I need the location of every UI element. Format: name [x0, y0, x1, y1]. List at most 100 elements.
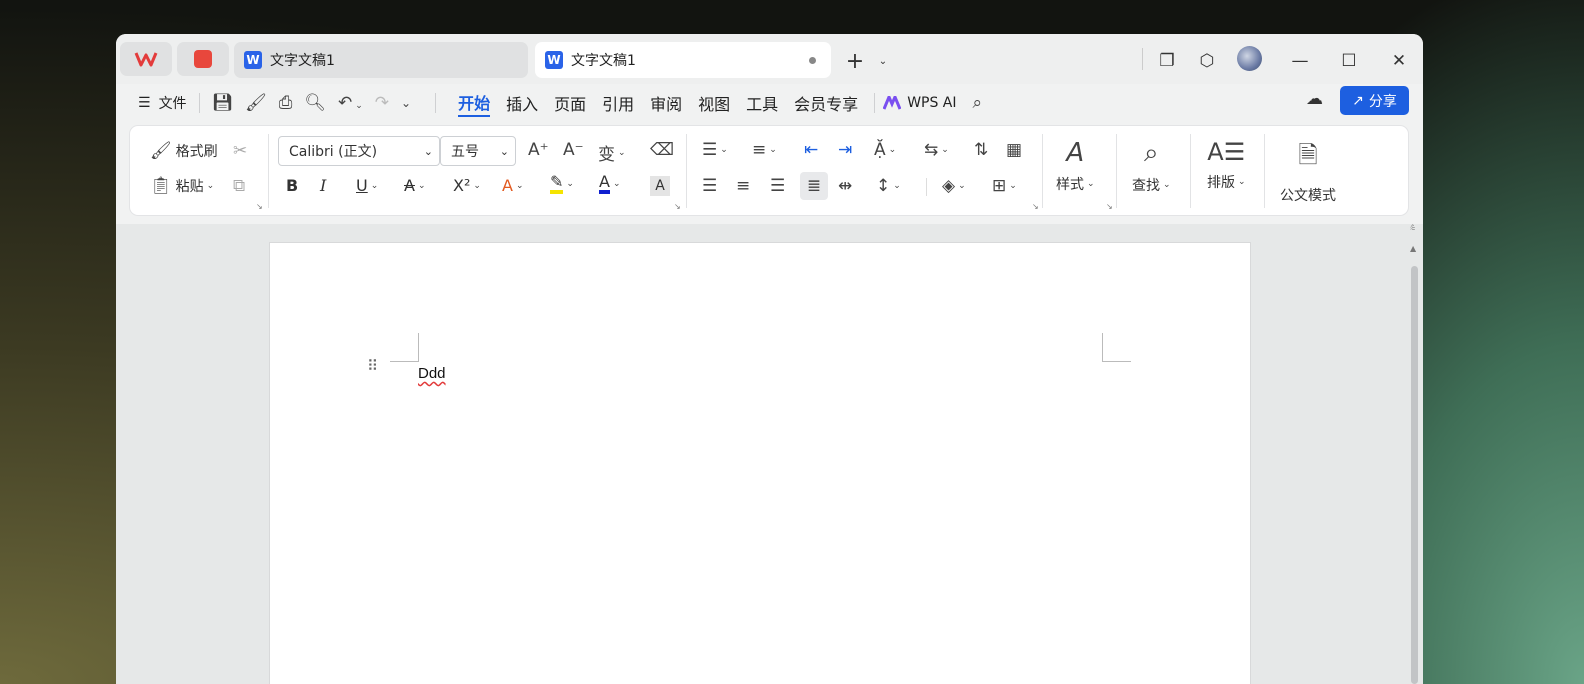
drag-handle-icon[interactable]: ⠿: [367, 359, 379, 374]
phonetic-guide-icon: 变: [598, 145, 615, 165]
font-size-select[interactable]: 五号 ⌄: [440, 136, 516, 166]
superscript-button[interactable]: X² ⌄: [453, 176, 481, 195]
align-center-icon: ≡: [736, 176, 751, 196]
phonetic-guide-button[interactable]: 变 ⌄: [598, 140, 626, 165]
tab-home[interactable]: 开始: [458, 90, 491, 117]
save-icon[interactable]: 💾︎: [212, 93, 234, 113]
show-marks-button[interactable]: ▦: [1006, 140, 1022, 160]
tab-list-button[interactable]: ⌄: [870, 48, 896, 74]
minimize-icon: —: [1291, 51, 1309, 71]
copy-button[interactable]: ⧉: [233, 176, 245, 196]
font-name-select[interactable]: Calibri (正文) ⌄: [278, 136, 440, 166]
window-manager-button[interactable]: ❐: [1154, 48, 1180, 74]
grow-font-button[interactable]: A⁺: [528, 140, 549, 160]
tab-document-2[interactable]: W 文字文稿1: [535, 42, 831, 78]
official-mode-button[interactable]: 🗎︎ 公文模式: [1280, 138, 1336, 205]
wps-ai-icon: [883, 96, 902, 110]
document-text[interactable]: Ddd: [418, 365, 446, 382]
increase-indent-button[interactable]: ⇥: [838, 140, 852, 160]
chevron-down-icon: ⌄: [612, 179, 621, 189]
strikethrough-icon: A: [404, 176, 415, 195]
distribute-button[interactable]: ⇹: [838, 176, 852, 196]
borders-button[interactable]: ⊞ ⌄: [992, 176, 1017, 196]
dialog-launcher-icon[interactable]: ↘: [674, 202, 681, 211]
layout-button[interactable]: A☰ 排版 ⌄: [1207, 138, 1246, 192]
chevron-down-icon: ⌄: [370, 180, 379, 191]
italic-icon: I: [320, 176, 327, 195]
scrollbar-thumb[interactable]: [1411, 266, 1418, 684]
chevron-down-icon: ⌄: [206, 181, 215, 191]
new-tab-button[interactable]: +: [842, 48, 868, 74]
character-shading-button[interactable]: A: [650, 176, 670, 196]
cut-button[interactable]: ✂: [233, 141, 247, 161]
chevron-down-icon: ⌄: [720, 145, 728, 155]
close-button[interactable]: ✕: [1386, 48, 1412, 74]
avatar[interactable]: [1237, 46, 1262, 71]
align-right-button[interactable]: ☰: [770, 176, 785, 196]
redo-icon[interactable]: ↷: [375, 93, 389, 113]
pdf-app-tab[interactable]: [177, 42, 229, 76]
text-direction-button[interactable]: Ặ ⌄: [874, 140, 896, 160]
search-icon[interactable]: ⌕: [973, 93, 983, 113]
shrink-font-button[interactable]: A⁻: [563, 140, 584, 160]
strikethrough-button[interactable]: A ⌄: [404, 176, 426, 195]
find-button[interactable]: ⌕ 查找 ⌄: [1132, 138, 1171, 195]
undo-icon[interactable]: ↶ ⌄: [338, 93, 363, 113]
collapse-ribbon-icon[interactable]: ⩯: [1410, 224, 1415, 234]
chevron-down-icon: ⌄: [1087, 179, 1095, 189]
dialog-launcher-icon[interactable]: ↘: [1106, 202, 1113, 211]
italic-button[interactable]: I: [320, 176, 326, 195]
align-left-button[interactable]: ☰: [702, 176, 717, 196]
numbering-button[interactable]: ≡ ⌄: [752, 140, 777, 160]
share-button[interactable]: ↗ 分享: [1340, 86, 1409, 115]
print-preview-icon[interactable]: 🔍︎: [304, 93, 326, 113]
dialog-launcher-icon[interactable]: ↘: [256, 202, 263, 211]
align-center-button[interactable]: ≡: [736, 176, 750, 196]
tab-label: 文字文稿1: [270, 53, 335, 69]
font-color-button[interactable]: A ⌄: [599, 174, 621, 194]
shading-button[interactable]: ◈ ⌄: [942, 176, 966, 196]
chinese-layout-button[interactable]: ⇆ ⌄: [924, 140, 949, 160]
divider: [874, 93, 876, 113]
clear-format-button[interactable]: ⌫: [650, 140, 674, 160]
chevron-down-icon: ⌄: [1163, 180, 1171, 190]
tab-document-1[interactable]: W 文字文稿1: [234, 42, 528, 78]
more-quick-actions-icon[interactable]: ⌄: [401, 96, 411, 110]
tab-label: 文字文稿1: [571, 53, 636, 69]
wps-home-tab[interactable]: [120, 42, 172, 76]
tab-references[interactable]: 引用: [602, 91, 634, 115]
file-menu-button[interactable]: ☰ 文件: [138, 93, 187, 113]
bullet-list-icon: ☰: [702, 140, 718, 160]
app-center-button[interactable]: ⬡: [1194, 48, 1220, 74]
format-painter-button[interactable]: 🖌︎ 格式刷: [150, 141, 218, 161]
format-painter-small-icon[interactable]: 🖌︎: [245, 93, 267, 113]
styles-button[interactable]: A 样式 ⌄: [1056, 138, 1095, 194]
bold-button[interactable]: B: [286, 176, 298, 195]
text-effect-button[interactable]: A ⌄: [502, 176, 524, 195]
chevron-down-icon: ⌄: [888, 145, 897, 155]
justify-button[interactable]: ≣: [800, 172, 828, 200]
underline-button[interactable]: U ⌄: [356, 176, 378, 195]
paste-button[interactable]: 📋︎ 粘贴 ⌄: [150, 176, 214, 196]
scroll-up-icon[interactable]: ▲: [1410, 244, 1416, 253]
document-page[interactable]: ⠿ Ddd: [269, 242, 1251, 684]
tab-insert[interactable]: 插入: [506, 91, 538, 115]
decrease-indent-button[interactable]: ⇤: [804, 140, 818, 160]
minimize-button[interactable]: —: [1287, 48, 1313, 74]
chevron-down-icon: ⌄: [473, 180, 481, 191]
tab-member[interactable]: 会员专享: [794, 91, 858, 115]
maximize-button[interactable]: ☐: [1336, 48, 1362, 74]
print-icon[interactable]: ⎙: [279, 93, 293, 113]
cloud-upload-icon[interactable]: ☁: [1306, 89, 1323, 109]
line-spacing-button[interactable]: ↕ ⌄: [876, 176, 901, 196]
tab-view[interactable]: 视图: [698, 91, 730, 115]
tab-tools[interactable]: 工具: [746, 91, 778, 115]
dialog-launcher-icon[interactable]: ↘: [1032, 202, 1039, 211]
tab-review[interactable]: 审阅: [650, 91, 682, 115]
bullets-button[interactable]: ☰ ⌄: [702, 140, 728, 160]
sort-button[interactable]: ⇅: [974, 140, 988, 160]
wps-ai-button[interactable]: WPS AI: [883, 95, 957, 111]
vertical-scrollbar[interactable]: ⩯ ▲: [1406, 224, 1423, 684]
tab-page[interactable]: 页面: [554, 91, 586, 115]
highlight-button[interactable]: ✎ ⌄: [550, 174, 574, 194]
